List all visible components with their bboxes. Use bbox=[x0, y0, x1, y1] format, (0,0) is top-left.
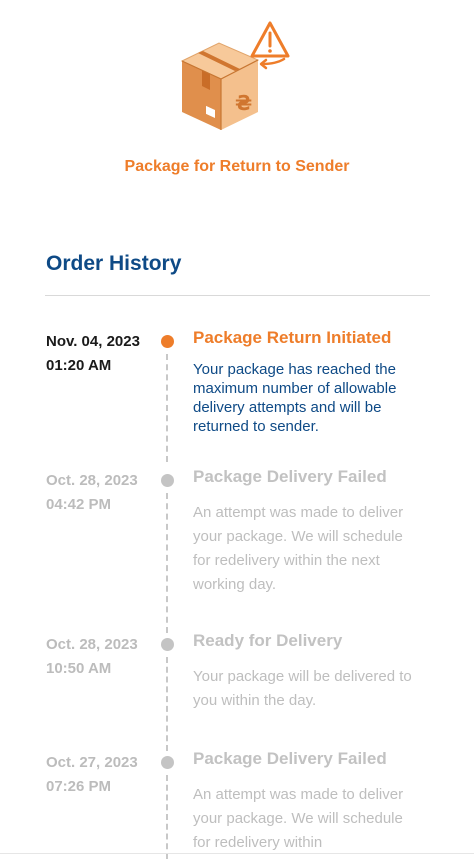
warning-triangle-icon bbox=[250, 21, 290, 58]
status-dot bbox=[161, 756, 174, 769]
event-description: An attempt was made to deliver your pack… bbox=[193, 504, 404, 593]
event-date: Oct. 27, 2023 07:26 PM bbox=[46, 754, 138, 795]
package-return-illustration: ₴ bbox=[180, 21, 290, 130]
status-dot bbox=[161, 638, 174, 651]
event-description: Your package has reached the maximum num… bbox=[193, 361, 397, 435]
shipment-status-label: Package for Return to Sender bbox=[124, 158, 350, 175]
event-date: Nov. 04, 2023 01:20 AM bbox=[46, 333, 140, 374]
event-title: Ready for Delivery bbox=[193, 631, 343, 650]
status-dot bbox=[161, 474, 174, 487]
timeline-connector bbox=[166, 657, 168, 751]
event-description: An attempt was made to deliver your pack… bbox=[193, 786, 404, 851]
order-history-title: Order History bbox=[46, 252, 182, 275]
timeline-connector bbox=[166, 354, 168, 462]
event-title: Package Delivery Failed bbox=[193, 467, 387, 486]
event-date: Oct. 28, 2023 04:42 PM bbox=[46, 472, 138, 513]
shipment-status-hero: ₴ Package for Return to Sender bbox=[0, 0, 474, 200]
event-date: Oct. 28, 2023 10:50 AM bbox=[46, 636, 138, 677]
event-description: Your package will be delivered to you wi… bbox=[193, 668, 412, 709]
current-status-dot bbox=[161, 335, 174, 348]
timeline-connector bbox=[166, 493, 168, 633]
timeline-connector bbox=[166, 775, 168, 859]
svg-text:₴: ₴ bbox=[235, 91, 252, 115]
event-title: Package Delivery Failed bbox=[193, 749, 387, 768]
screen-bottom-edge bbox=[0, 853, 474, 854]
section-divider bbox=[45, 295, 430, 296]
package-box-icon: ₴ bbox=[180, 42, 260, 130]
return-arrow-icon bbox=[259, 57, 286, 70]
event-title: Package Return Initiated bbox=[193, 328, 392, 347]
